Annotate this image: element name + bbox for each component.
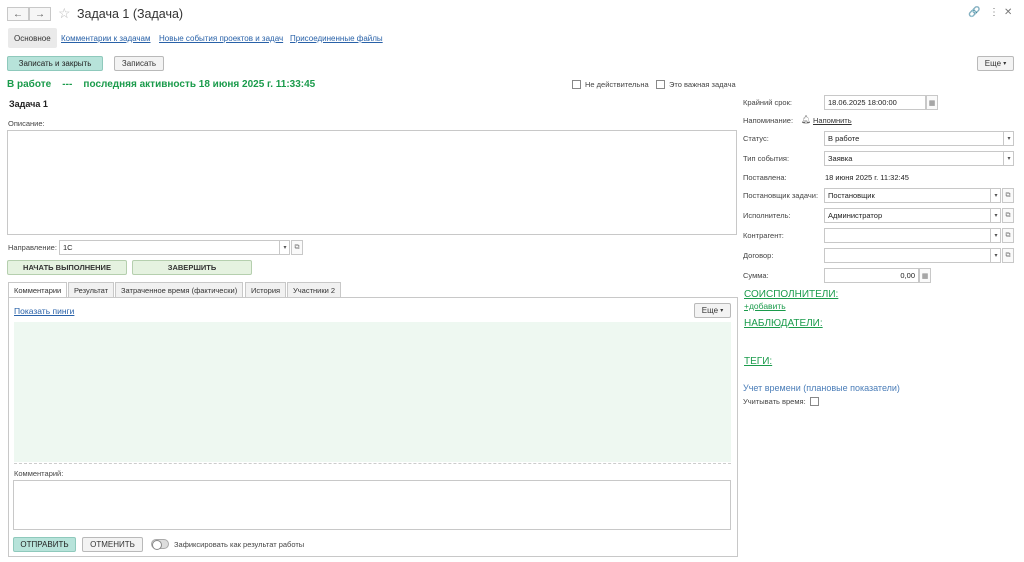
forward-button[interactable]: → [29, 7, 51, 21]
favorite-star-icon[interactable]: ☆ [58, 5, 71, 22]
comment-label: Комментарий: [14, 469, 64, 478]
save-button[interactable]: Записать [114, 56, 164, 71]
arrow-left-icon: ← [13, 8, 23, 20]
status-state: В работе [7, 79, 52, 90]
posted-value: 18 июня 2025 г. 11:32:45 [825, 173, 909, 182]
direction-field[interactable]: 1С ▾ [59, 240, 290, 255]
counterparty-label: Контрагент: [743, 231, 784, 240]
dropdown-arrow-icon[interactable]: ▾ [990, 248, 1001, 263]
event-type-label: Тип события: [743, 154, 790, 163]
direction-label: Направление: [8, 243, 57, 252]
arrow-right-icon: → [35, 8, 45, 20]
important-checkbox[interactable] [656, 80, 665, 89]
status-label: Статус: [743, 134, 769, 143]
dropdown-arrow-icon[interactable]: ▾ [990, 188, 1001, 203]
not-valid-label: Не действительна [585, 80, 649, 89]
finish-button[interactable]: ЗАВЕРШИТЬ [132, 260, 252, 275]
calendar-icon[interactable]: ▦ [926, 95, 938, 110]
setter-field[interactable]: Постановщик ▾ [824, 188, 1001, 203]
cancel-button[interactable]: ОТМЕНИТЬ [82, 537, 143, 552]
sum-field[interactable]: 0,00 [824, 268, 919, 283]
inner-tab-comments[interactable]: Комментарии [8, 282, 68, 298]
dropdown-arrow-icon[interactable]: ▾ [1003, 151, 1014, 166]
last-activity: последняя активность 18 июня 2025 г. 11:… [83, 79, 316, 90]
open-icon[interactable]: ⧉ [1002, 248, 1014, 263]
deadline-field[interactable]: 18.06.2025 18:00:00 [824, 95, 926, 110]
status-field[interactable]: В работе ▾ [824, 131, 1014, 146]
contract-field[interactable]: ▾ [824, 248, 1001, 263]
fix-result-label: Зафиксировать как результат работы [174, 540, 305, 549]
more-button[interactable]: Еще ▾ [977, 56, 1014, 71]
more-menu-icon[interactable]: ⋮ [989, 7, 999, 18]
calculator-icon[interactable]: ▦ [919, 268, 931, 283]
link-icon[interactable]: 🔗 [968, 7, 980, 18]
reminder-label: Напоминание: [743, 116, 794, 125]
sum-label: Сумма: [743, 271, 769, 280]
event-type-field[interactable]: Заявка ▾ [824, 151, 1014, 166]
executor-field[interactable]: Администратор ▾ [824, 208, 1001, 223]
comment-input[interactable] [13, 480, 731, 530]
bell-icon: 🔔︎ [801, 115, 812, 124]
remind-link[interactable]: Напомнить [813, 116, 852, 125]
posted-label: Поставлена: [743, 173, 787, 182]
executor-label: Исполнитель: [743, 211, 791, 220]
dropdown-arrow-icon[interactable]: ▾ [1003, 131, 1014, 146]
dropdown-arrow-icon[interactable]: ▾ [990, 228, 1001, 243]
status-separator: --- [62, 79, 73, 90]
open-icon[interactable]: ⧉ [1002, 208, 1014, 223]
inner-tab-participants[interactable]: Участники 2 [287, 282, 342, 297]
save-and-close-button[interactable]: Записать и закрыть [7, 56, 103, 71]
tab-attached-files[interactable]: Присоединенные файлы [284, 28, 389, 48]
tab-task-comments[interactable]: Комментарии к задачам [55, 28, 157, 48]
show-pings-link[interactable]: Показать пинги [14, 306, 74, 316]
comments-more-button[interactable]: Еще ▾ [694, 303, 731, 318]
account-time-label: Учитывать время: [743, 397, 806, 406]
contract-label: Договор: [743, 251, 774, 260]
deadline-label: Крайний срок: [743, 98, 792, 107]
inner-tab-result[interactable]: Результат [68, 282, 115, 297]
observers-heading[interactable]: НАБЛЮДАТЕЛИ: [744, 318, 823, 329]
tags-heading[interactable]: ТЕГИ: [744, 356, 772, 367]
time-accounting-heading: Учет времени (плановые показатели) [743, 383, 900, 393]
back-button[interactable]: ← [7, 7, 29, 21]
setter-label: Постановщик задачи: [743, 191, 819, 200]
coexecutors-heading[interactable]: СОИСПОЛНИТЕЛИ: [744, 289, 838, 300]
send-button[interactable]: ОТПРАВИТЬ [13, 537, 76, 552]
status-line: В работе --- последняя активность 18 июн… [7, 79, 315, 90]
task-name: Задача 1 [9, 99, 48, 109]
start-execution-button[interactable]: НАЧАТЬ ВЫПОЛНЕНИЕ [7, 260, 127, 275]
close-icon[interactable]: ✕ [1004, 7, 1012, 18]
tab-new-events[interactable]: Новые события проектов и задач [153, 28, 289, 48]
chevron-down-icon: ▾ [1003, 61, 1007, 67]
tab-main[interactable]: Основное [8, 28, 57, 48]
dropdown-arrow-icon[interactable]: ▾ [990, 208, 1001, 223]
open-icon[interactable]: ⧉ [291, 240, 303, 255]
inner-tab-history[interactable]: История [245, 282, 287, 297]
description-label: Описание: [8, 119, 45, 128]
divider [14, 463, 731, 464]
open-icon[interactable]: ⧉ [1002, 188, 1014, 203]
description-field[interactable] [7, 130, 737, 235]
account-time-checkbox[interactable] [810, 397, 819, 406]
comments-feed [14, 322, 731, 462]
open-icon[interactable]: ⧉ [1002, 228, 1014, 243]
window-title: Задача 1 (Задача) [77, 7, 184, 21]
counterparty-field[interactable]: ▾ [824, 228, 1001, 243]
not-valid-checkbox[interactable] [572, 80, 581, 89]
important-label: Это важная задача [669, 80, 736, 89]
inner-tab-spent-time[interactable]: Затраченное время (фактически) [115, 282, 244, 297]
dropdown-arrow-icon[interactable]: ▾ [279, 240, 290, 255]
fix-result-toggle[interactable] [151, 539, 169, 550]
chevron-down-icon: ▾ [720, 308, 724, 314]
add-coexecutor-link[interactable]: +добавить [744, 301, 786, 311]
